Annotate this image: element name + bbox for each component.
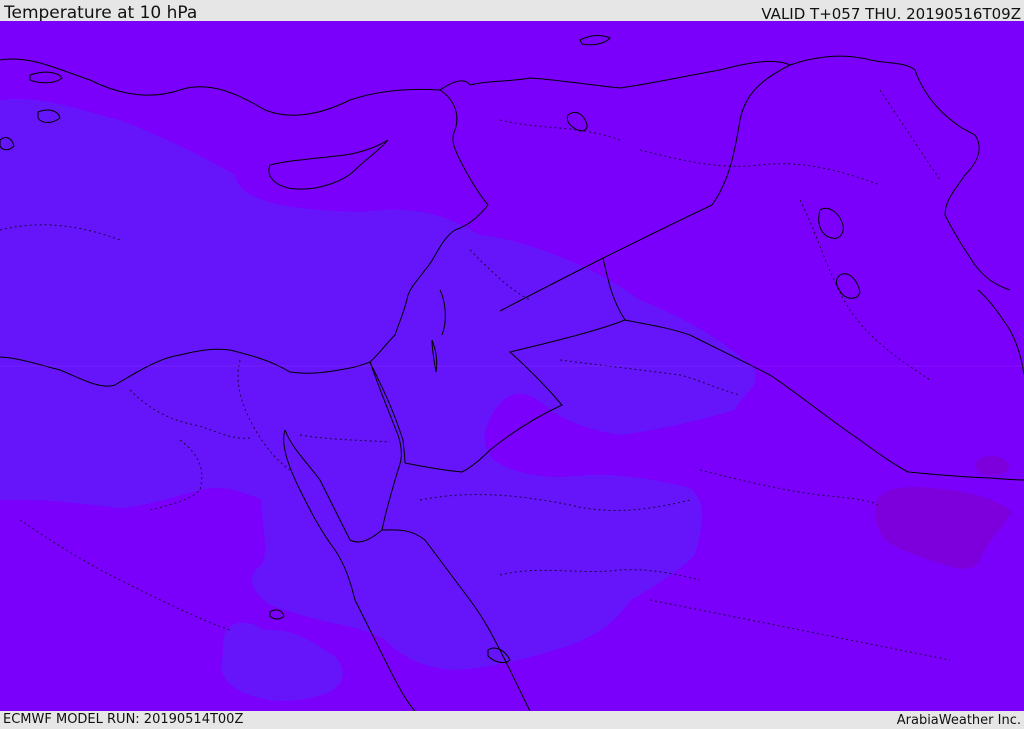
header-bar: Temperature at 10 hPa VALID T+057 THU. 2… bbox=[0, 0, 1024, 23]
map-viewer: Temperature at 10 hPa VALID T+057 THU. 2… bbox=[0, 0, 1024, 729]
footer-bar: ECMWF MODEL RUN: 20190514T00Z ArabiaWeat… bbox=[0, 711, 1024, 729]
credit-label: ArabiaWeather Inc. bbox=[896, 713, 1021, 728]
map-canvas bbox=[0, 21, 1024, 711]
map-title: Temperature at 10 hPa bbox=[4, 3, 198, 23]
temperature-map bbox=[0, 21, 1024, 711]
model-run-label: ECMWF MODEL RUN: 20190514T00Z bbox=[3, 712, 244, 727]
